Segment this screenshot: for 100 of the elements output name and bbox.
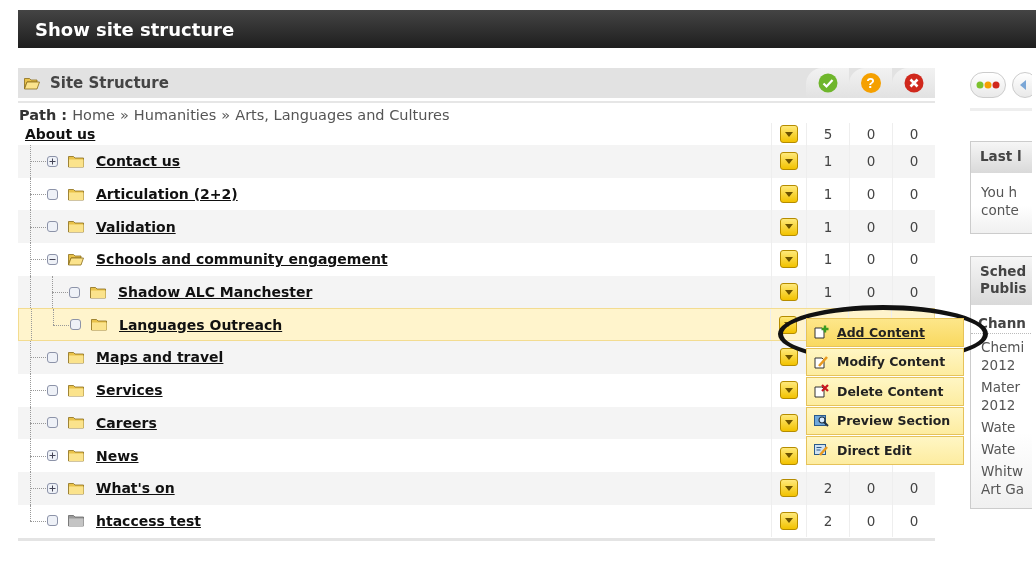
tree-item-link[interactable]: Languages Outreach — [119, 316, 283, 333]
folder-icon — [68, 350, 84, 364]
tree-item-link[interactable]: Careers — [96, 414, 157, 431]
count-cell: 0 — [909, 153, 919, 170]
dropdown-button[interactable] — [780, 185, 798, 204]
breadcrumb-link[interactable]: Arts, Languages and Cultures — [235, 107, 450, 123]
dropdown-button[interactable] — [780, 217, 798, 236]
caret-icon — [785, 453, 793, 459]
count-cell: 1 — [823, 284, 833, 301]
tree-item-link[interactable]: Articulation (2+2) — [96, 186, 238, 203]
box-heading: Publis — [980, 280, 1028, 297]
dropdown-button[interactable] — [780, 250, 798, 269]
breadcrumb-separator: » — [119, 107, 129, 123]
path-label: Path : — [19, 107, 68, 123]
tree-item-link[interactable]: What's on — [96, 480, 175, 497]
tree-item-link[interactable]: Validation — [96, 218, 176, 235]
caret-icon — [785, 420, 793, 426]
expand-icon[interactable] — [47, 482, 58, 494]
collapse-icon[interactable] — [47, 253, 58, 265]
dropdown-button[interactable] — [780, 125, 798, 143]
scheduled-item[interactable]: Mater 2012 — [981, 378, 1032, 414]
tree-item-link[interactable]: htaccess test — [96, 512, 201, 529]
count-cell: 0 — [909, 284, 919, 301]
tree-node-icon — [47, 515, 58, 527]
count-cell: 5 — [823, 126, 833, 142]
dropdown-button[interactable] — [780, 511, 798, 530]
count-cell: 1 — [823, 218, 833, 235]
dropdown-button[interactable] — [780, 283, 798, 302]
scheduled-item[interactable]: Wate — [981, 418, 1032, 436]
panel-title: Site Structure — [50, 74, 169, 92]
tree-root-link[interactable]: About us — [25, 126, 96, 142]
tree-item-link[interactable]: Maps and travel — [96, 349, 224, 366]
folder-icon — [68, 187, 84, 201]
tree-item-link[interactable]: Contact us — [96, 153, 181, 170]
status-button[interactable] — [970, 72, 1006, 98]
box-heading: Last l — [980, 148, 1023, 165]
count-cell: 0 — [909, 126, 919, 142]
dropdown-button[interactable] — [780, 152, 798, 171]
count-cell: 1 — [823, 153, 833, 170]
caret-icon — [785, 131, 793, 137]
breadcrumb-separator: » — [221, 107, 231, 123]
dropdown-button[interactable] — [780, 479, 798, 498]
count-cell: 0 — [866, 284, 876, 301]
count-cell: 1 — [823, 251, 833, 268]
count-cell: 0 — [909, 218, 919, 235]
count-cell: 0 — [909, 512, 919, 529]
delete-page-icon — [814, 384, 829, 399]
count-cell: 2 — [823, 512, 833, 529]
caret-icon — [785, 158, 793, 164]
count-cell: 0 — [866, 153, 876, 170]
tree-item-link[interactable]: Schools and community engagement — [96, 251, 388, 268]
folder-icon — [68, 514, 84, 528]
count-cell: 0 — [909, 480, 919, 497]
dropdown-button[interactable] — [780, 381, 798, 400]
caret-icon — [785, 224, 793, 230]
dropdown-button[interactable] — [780, 348, 798, 367]
menu-item[interactable]: Direct Edit — [806, 436, 964, 465]
menu-item[interactable]: Modify Content — [806, 347, 964, 376]
count-cell: 0 — [866, 126, 876, 142]
menu-item[interactable]: Preview Section — [806, 406, 964, 435]
box-heading: Sched — [980, 263, 1028, 280]
caret-icon — [785, 518, 793, 524]
menu-item[interactable]: Add Content — [806, 318, 964, 347]
open-folder-icon — [24, 76, 40, 90]
tree-item-link[interactable]: Services — [96, 382, 163, 399]
scheduled-item[interactable]: Wate — [981, 440, 1032, 458]
breadcrumb-link[interactable]: Humanities — [133, 107, 217, 123]
dropdown-button[interactable] — [780, 446, 798, 465]
breadcrumb-link[interactable]: Home — [72, 107, 115, 123]
dropdown-button[interactable] — [780, 413, 798, 432]
count-cell: 0 — [866, 218, 876, 235]
folder-icon — [68, 416, 84, 430]
dots-icon — [976, 81, 1000, 89]
scheduled-item[interactable]: Whitw Art Ga — [981, 462, 1032, 498]
menu-item[interactable]: Delete Content — [806, 377, 964, 406]
count-cell: 1 — [823, 186, 833, 203]
expand-icon[interactable] — [47, 450, 58, 462]
folder-icon — [91, 318, 107, 332]
folder-icon — [90, 285, 106, 299]
scheduled-item[interactable]: Chemi 2012 — [981, 338, 1032, 374]
tree-node-icon — [69, 286, 80, 298]
close-icon[interactable] — [903, 73, 924, 93]
count-cell: 0 — [866, 512, 876, 529]
folder-icon — [68, 383, 84, 397]
tree-item-link[interactable]: Shadow ALC Manchester — [118, 284, 313, 301]
count-cell: 0 — [909, 186, 919, 203]
count-cell: 0 — [866, 186, 876, 203]
tree-item-link[interactable]: News — [96, 447, 139, 464]
preview-icon — [814, 413, 829, 428]
expand-icon[interactable] — [47, 155, 58, 167]
caret-icon — [785, 191, 793, 197]
edit-page-icon — [814, 354, 829, 369]
tree-node-icon — [47, 351, 58, 363]
count-cell: 2 — [823, 480, 833, 497]
folder-icon — [68, 154, 84, 168]
direct-edit-icon — [814, 443, 829, 458]
add-page-icon — [814, 325, 829, 340]
link-button[interactable] — [1012, 72, 1032, 98]
folder-icon — [68, 220, 84, 234]
caret-icon — [785, 387, 793, 393]
